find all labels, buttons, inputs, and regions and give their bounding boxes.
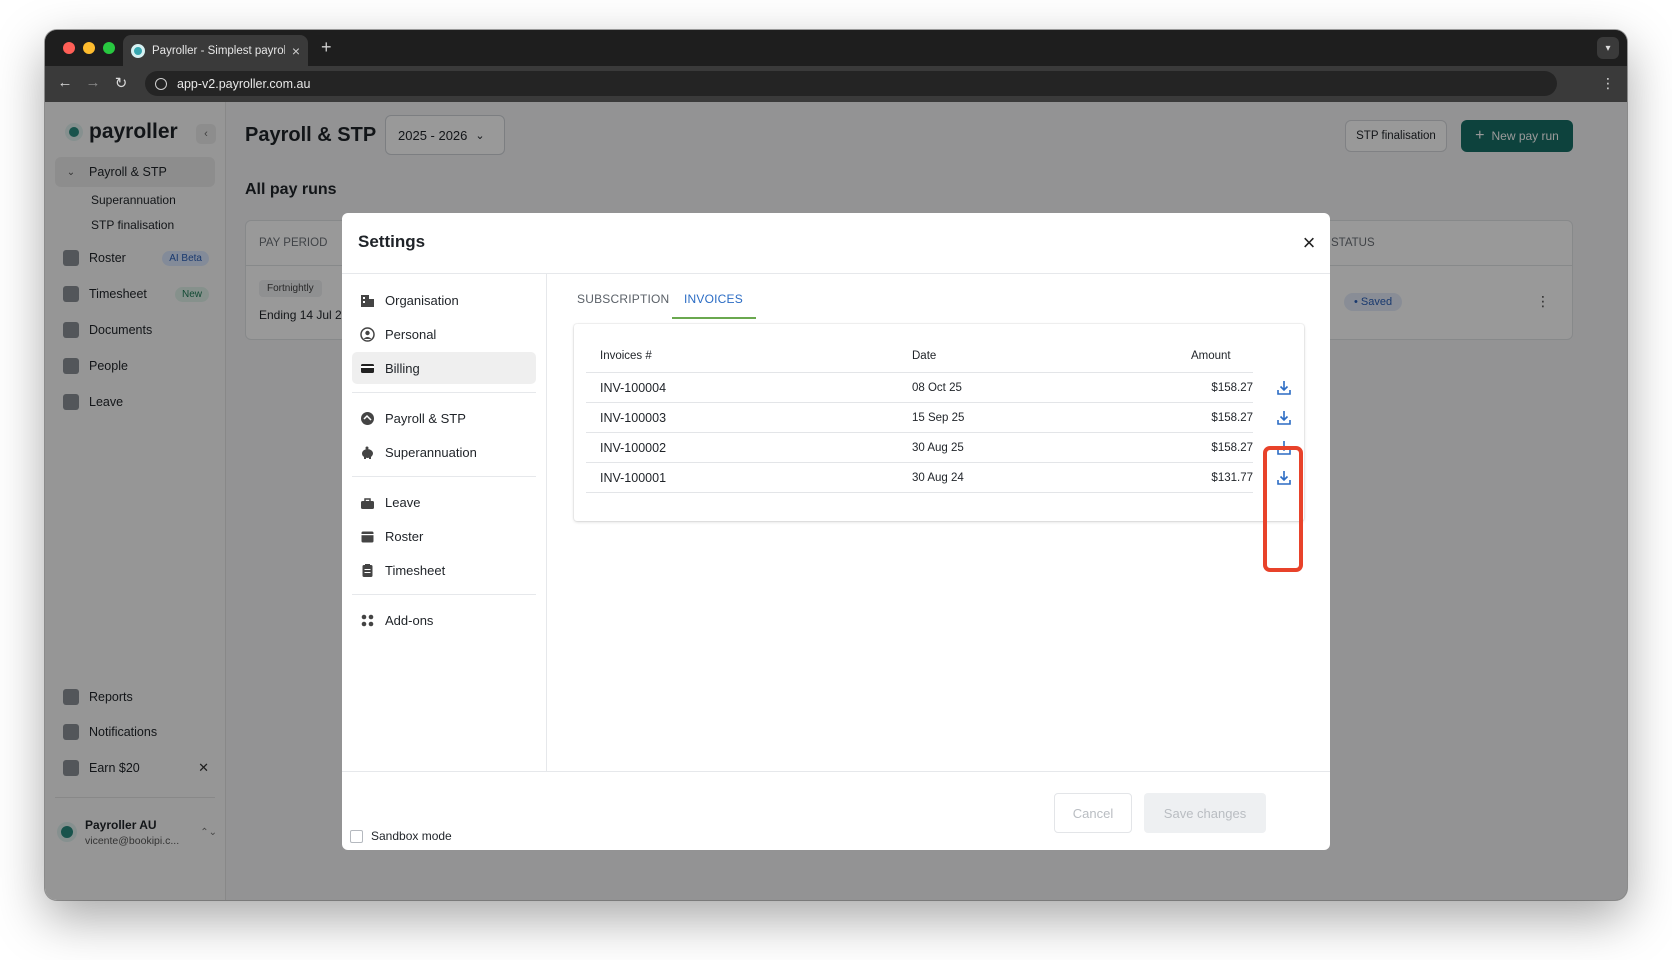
- settings-modal: Settings × Organisation Personal Billing…: [342, 213, 1330, 850]
- settings-nav-label: Billing: [385, 360, 420, 376]
- invoice-date: 30 Aug 24: [912, 472, 964, 484]
- tab-subscription[interactable]: SUBSCRIPTION: [577, 292, 669, 306]
- settings-nav-divider: [352, 594, 536, 595]
- calendar-icon: [360, 529, 375, 544]
- active-tab-indicator: [672, 317, 756, 319]
- settings-nav-billing[interactable]: Billing: [352, 352, 536, 384]
- settings-nav-label: Organisation: [385, 292, 459, 308]
- close-icon[interactable]: ×: [1297, 231, 1321, 255]
- invoice-amount: $158.27: [1211, 382, 1253, 394]
- table-row: INV-100003 15 Sep 25 $158.27: [586, 403, 1291, 433]
- invoice-date: 08 Oct 25: [912, 382, 962, 394]
- download-icon[interactable]: [1275, 379, 1293, 397]
- tab-search-icon[interactable]: ▾: [1597, 37, 1619, 59]
- settings-nav-divider: [352, 476, 536, 477]
- modal-title: Settings: [358, 232, 426, 251]
- table-row: INV-100002 30 Aug 25 $158.27: [586, 433, 1291, 463]
- invoice-number: INV-100001: [600, 471, 667, 485]
- settings-nav-label: Leave: [385, 494, 421, 510]
- invoice-number: INV-100004: [600, 381, 667, 395]
- settings-nav-label: Personal: [385, 326, 437, 342]
- address-bar[interactable]: app-v2.payroller.com.au: [145, 71, 1557, 96]
- favicon-icon: [131, 43, 145, 58]
- leave-icon: [360, 495, 375, 510]
- settings-nav-payroll[interactable]: Payroll & STP: [352, 402, 536, 434]
- building-icon: [360, 293, 375, 308]
- invoice-number: INV-100003: [600, 411, 667, 425]
- settings-nav-divider: [352, 392, 536, 393]
- addons-icon: [360, 613, 375, 628]
- save-changes-button[interactable]: Save changes: [1144, 793, 1266, 833]
- settings-nav-label: Roster: [385, 528, 424, 544]
- settings-nav-timesheet[interactable]: Timesheet: [352, 554, 536, 586]
- tab-invoices[interactable]: INVOICES: [684, 292, 743, 306]
- tab-title: Payroller - Simplest payroll so: [152, 44, 285, 57]
- forward-icon[interactable]: →: [83, 74, 103, 91]
- site-info-icon[interactable]: [155, 77, 167, 90]
- payroll-icon: [360, 411, 375, 426]
- download-highlight-box: [1263, 446, 1303, 572]
- user-circle-icon: [360, 326, 375, 342]
- invoices-card: Invoices # Date Amount INV-100004 08 Oct…: [574, 324, 1304, 521]
- tab-bar: Payroller - Simplest payroll so × + ▾: [45, 30, 1627, 66]
- browser-window: Payroller - Simplest payroll so × + ▾ ← …: [45, 30, 1627, 900]
- minimize-window-button[interactable]: [83, 42, 95, 54]
- settings-nav-roster[interactable]: Roster: [352, 520, 536, 552]
- invoice-date: 15 Sep 25: [912, 412, 965, 424]
- browser-tab[interactable]: Payroller - Simplest payroll so ×: [123, 35, 308, 66]
- column-header-amount: Amount: [1191, 350, 1231, 362]
- new-tab-icon[interactable]: +: [321, 37, 332, 58]
- column-header-invoice: Invoices #: [600, 350, 652, 362]
- maximize-window-button[interactable]: [103, 42, 115, 54]
- table-row: INV-100004 08 Oct 25 $158.27: [586, 373, 1291, 403]
- download-icon[interactable]: [1275, 409, 1293, 427]
- close-window-button[interactable]: [63, 42, 75, 54]
- settings-nav-label: Timesheet: [385, 562, 446, 578]
- table-row: INV-100001 30 Aug 24 $131.77: [586, 463, 1291, 493]
- settings-nav-personal[interactable]: Personal: [352, 318, 536, 350]
- sandbox-label: Sandbox mode: [371, 829, 452, 843]
- clipboard-icon: [360, 563, 375, 578]
- column-header-date: Date: [912, 350, 937, 362]
- reload-icon[interactable]: ↻: [111, 74, 131, 92]
- sandbox-checkbox[interactable]: [350, 829, 363, 843]
- settings-nav-organisation[interactable]: Organisation: [352, 284, 536, 316]
- settings-nav-label: Payroll & STP: [385, 410, 466, 426]
- invoice-number: INV-100002: [600, 441, 667, 455]
- app-viewport: payroller ‹ ⌄ Payroll & STP Superannuati…: [45, 102, 1627, 900]
- browser-toolbar: ← → ↻ app-v2.payroller.com.au ⋮: [45, 66, 1627, 102]
- settings-nav-addons[interactable]: Add-ons: [352, 604, 536, 636]
- settings-nav-label: Add-ons: [385, 612, 434, 628]
- settings-nav-leave[interactable]: Leave: [352, 486, 536, 518]
- card-icon: [360, 361, 375, 376]
- piggy-bank-icon: [360, 445, 375, 460]
- invoice-date: 30 Aug 25: [912, 442, 964, 454]
- url-text: app-v2.payroller.com.au: [177, 76, 311, 91]
- sandbox-toggle[interactable]: Sandbox mode: [350, 829, 452, 843]
- back-icon[interactable]: ←: [55, 74, 75, 91]
- invoice-amount: $131.77: [1211, 472, 1253, 484]
- window-controls: [63, 42, 115, 54]
- cancel-button[interactable]: Cancel: [1054, 793, 1132, 833]
- invoice-amount: $158.27: [1211, 442, 1253, 454]
- settings-nav-superannuation[interactable]: Superannuation: [352, 436, 536, 468]
- invoice-amount: $158.27: [1211, 412, 1253, 424]
- settings-nav: Organisation Personal Billing Payroll & …: [342, 274, 547, 771]
- tab-close-icon[interactable]: ×: [292, 44, 300, 58]
- table-divider: [586, 492, 1253, 493]
- settings-nav-label: Superannuation: [385, 444, 477, 460]
- modal-footer-divider: [342, 771, 1330, 772]
- browser-menu-icon[interactable]: ⋮: [1601, 75, 1615, 92]
